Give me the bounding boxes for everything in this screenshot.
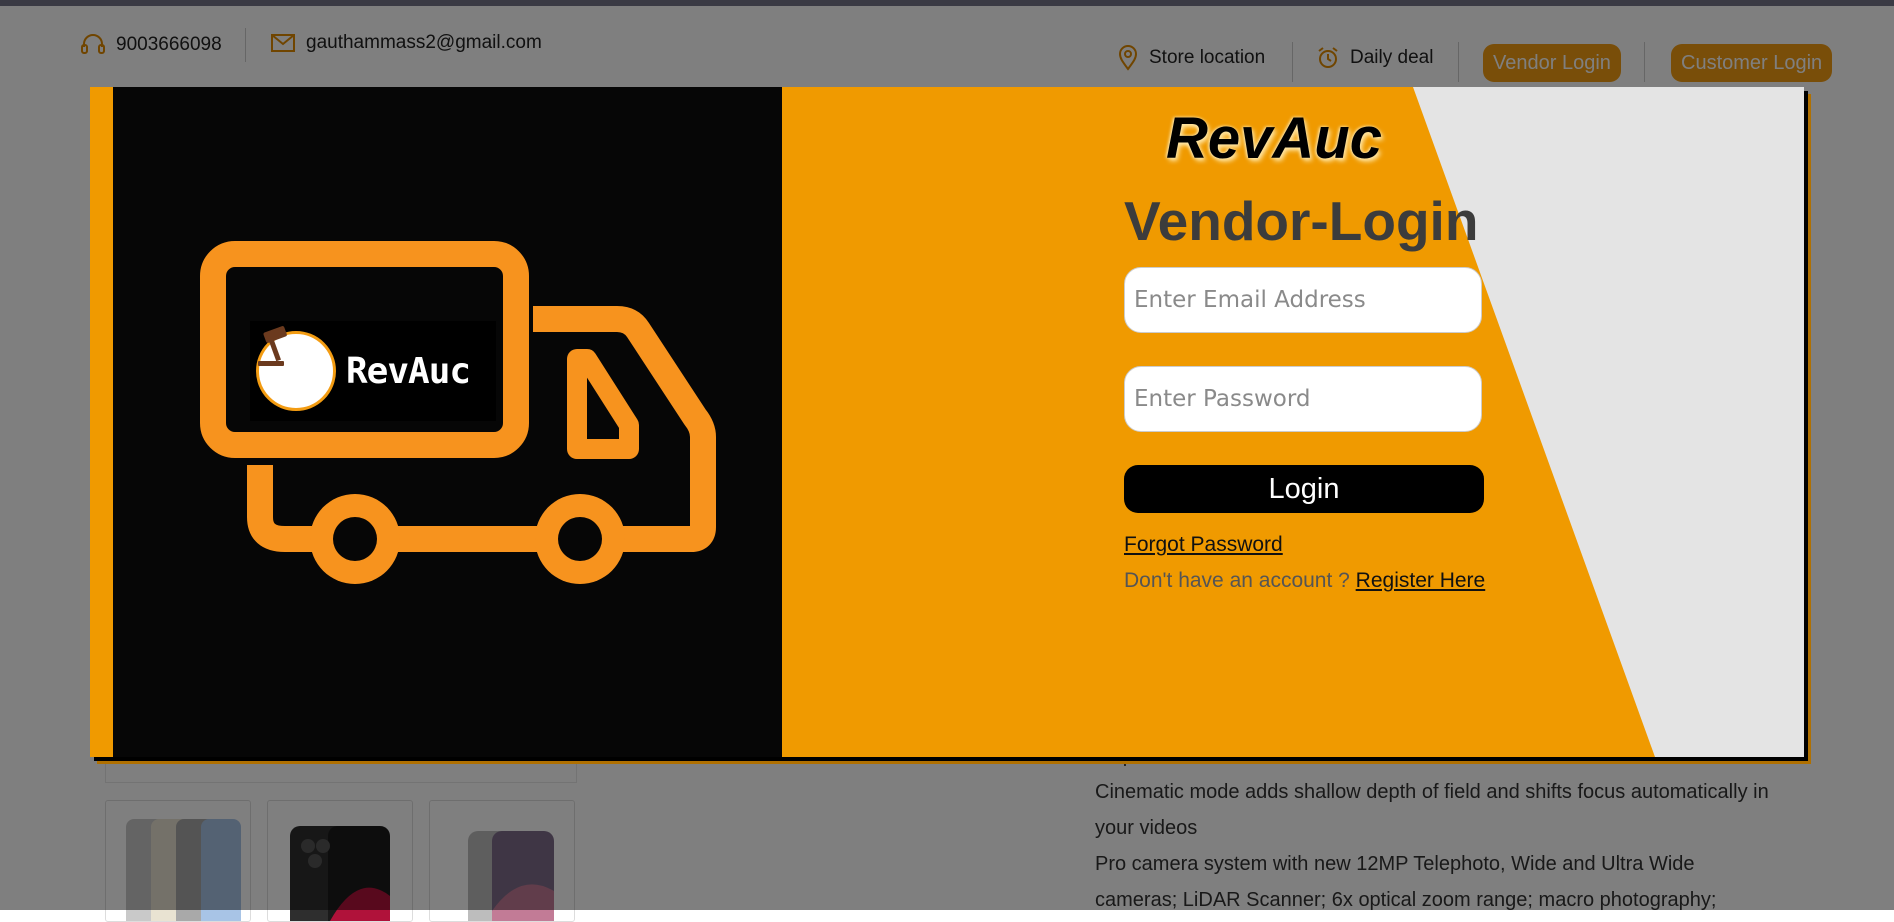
password-input[interactable] (1124, 366, 1482, 432)
logo-wordmark: RevAuc (346, 350, 471, 392)
gavel-badge (256, 326, 336, 411)
no-account-text: Don't have an account ? (1124, 569, 1356, 592)
form-title: Vendor-Login (1124, 190, 1479, 252)
register-link[interactable]: Register Here (1356, 569, 1486, 592)
register-prompt: Don't have an account ? Register Here (1124, 569, 1485, 593)
illustration-panel: RevAuc (113, 87, 782, 757)
login-button[interactable]: Login (1124, 465, 1484, 513)
forgot-password-link[interactable]: Forgot Password (1124, 533, 1283, 557)
brand-title: RevAuc (1166, 106, 1382, 171)
truck-icon (200, 241, 716, 584)
revauc-logo: RevAuc (250, 321, 496, 421)
gavel-icon (258, 326, 287, 366)
email-input[interactable] (1124, 267, 1482, 333)
vendor-login-modal: RevAuc RevAuc Vendor-Login Login Forgot … (90, 87, 1804, 757)
